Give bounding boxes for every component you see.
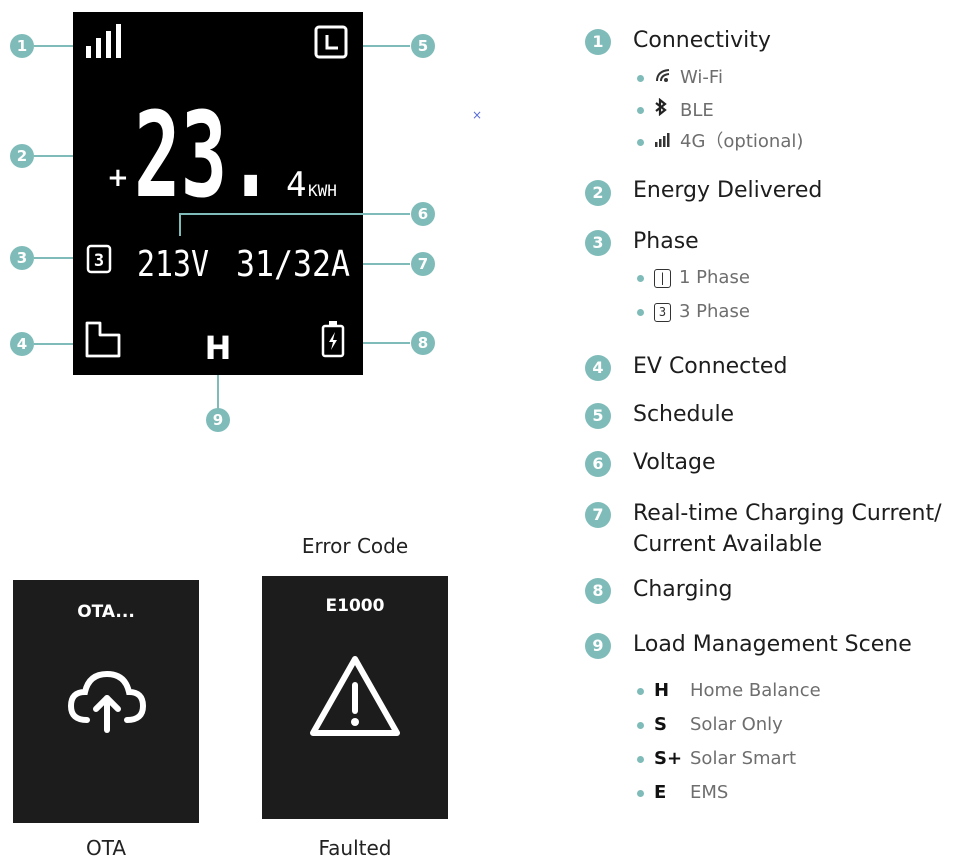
legend-sub-splus: S+ Solar Smart bbox=[637, 747, 796, 771]
phase-1-icon: | bbox=[654, 268, 671, 288]
scene-key-h: H bbox=[654, 680, 670, 701]
legend-sub-text: BLE bbox=[680, 99, 714, 121]
legend-num-1: 1 bbox=[585, 29, 611, 55]
bullet-dot bbox=[637, 107, 644, 114]
bullet-dot bbox=[637, 755, 644, 763]
callout-num-3: 3 bbox=[17, 249, 27, 267]
bullet-dot bbox=[637, 721, 644, 729]
ota-caption: OTA bbox=[85, 836, 127, 860]
scene-key-s: S bbox=[654, 714, 667, 735]
callout-num-5: 5 bbox=[418, 37, 428, 55]
lcd-diagram: 1 2 3 4 5 6 7 8 9 + 23. 4 KWH 3 213V 31/… bbox=[10, 12, 482, 432]
callout-num-4: 4 bbox=[17, 335, 27, 353]
legend-sub-wifi: Wi-Fi bbox=[637, 66, 723, 90]
callout-num-6: 6 bbox=[418, 205, 428, 223]
energy-value: 23. bbox=[134, 86, 274, 224]
stray-mark: × bbox=[472, 108, 482, 122]
energy-unit: KWH bbox=[308, 181, 337, 200]
legend-sub-text: EMS bbox=[690, 782, 729, 803]
error-code-header: Error Code bbox=[301, 534, 409, 558]
callout-num-1: 1 bbox=[17, 37, 27, 55]
scene-key-e: E bbox=[654, 782, 667, 803]
wifi-icon bbox=[654, 66, 680, 90]
legend-title-schedule: Schedule bbox=[633, 402, 735, 427]
legend-title-energy: Energy Delivered bbox=[633, 178, 823, 203]
legend-sub-h: H Home Balance bbox=[637, 679, 821, 703]
bullet-dot bbox=[637, 687, 644, 695]
bluetooth-icon bbox=[654, 97, 680, 123]
fault-caption: Faulted bbox=[318, 836, 392, 860]
legend-sub-3phase: 3 3 Phase bbox=[637, 300, 750, 324]
legend-sub-ble: BLE bbox=[637, 97, 714, 123]
legend-num-2: 2 bbox=[585, 180, 611, 206]
bullet-dot bbox=[637, 789, 644, 797]
legend-title-ev: EV Connected bbox=[633, 354, 788, 379]
current-readout: 31/32A bbox=[236, 244, 350, 285]
warning-icon bbox=[310, 656, 400, 736]
cloud-upload-icon bbox=[67, 670, 147, 733]
legend-sub-text: 3 Phase bbox=[679, 301, 750, 322]
bullet-dot bbox=[637, 138, 644, 146]
legend-sub-text: Home Balance bbox=[690, 680, 821, 701]
signal-icon bbox=[654, 130, 680, 154]
energy-sign: + bbox=[107, 163, 129, 193]
callout-num-8: 8 bbox=[418, 334, 428, 352]
legend-sub-text: 4G（optional) bbox=[680, 131, 804, 152]
legend-num-6: 6 bbox=[585, 451, 611, 477]
legend-num-8: 8 bbox=[585, 578, 611, 604]
bullet-dot bbox=[637, 308, 644, 316]
scene-key-splus: S+ bbox=[654, 748, 683, 769]
callout-num-7: 7 bbox=[418, 255, 428, 273]
legend-num-5: 5 bbox=[585, 403, 611, 429]
legend-num-7: 7 bbox=[585, 502, 611, 528]
legend-title-current-2: Current Available bbox=[633, 532, 823, 557]
callout-num-2: 2 bbox=[17, 147, 27, 165]
error-code-label: E1000 bbox=[325, 596, 385, 616]
phase-digit: 3 bbox=[94, 251, 104, 271]
legend-title-load: Load Management Scene bbox=[633, 632, 912, 657]
legend-num-9: 9 bbox=[585, 633, 611, 659]
legend-title-charging: Charging bbox=[633, 577, 733, 602]
legend-title-voltage: Voltage bbox=[633, 450, 716, 475]
legend-sub-e: E EMS bbox=[637, 781, 728, 805]
voltage-readout: 213V bbox=[137, 244, 209, 285]
phase-3-icon: 3 bbox=[654, 302, 671, 322]
scene-letter: H bbox=[205, 329, 232, 367]
fault-screen: E1000 bbox=[262, 576, 448, 819]
callout-num-9: 9 bbox=[213, 411, 223, 429]
ota-label: OTA... bbox=[77, 602, 135, 622]
energy-decimal: 4 bbox=[286, 165, 306, 205]
ota-screen: OTA... bbox=[13, 580, 199, 823]
legend-num-4: 4 bbox=[585, 355, 611, 381]
legend-sub-s: S Solar Only bbox=[637, 713, 783, 737]
legend-title-current: Real-time Charging Current/ bbox=[633, 501, 942, 526]
legend-num-3: 3 bbox=[585, 230, 611, 256]
legend-sub-text: 1 Phase bbox=[679, 267, 750, 288]
legend-sub-text: Solar Smart bbox=[690, 748, 797, 769]
legend-sub-text: Solar Only bbox=[690, 714, 783, 735]
legend-title-phase: Phase bbox=[633, 229, 699, 254]
legend-title-connectivity: Connectivity bbox=[633, 28, 771, 53]
legend-sub-4g: 4G（optional) bbox=[637, 130, 803, 154]
legend-sub-1phase: | 1 Phase bbox=[637, 266, 750, 290]
bullet-dot bbox=[637, 74, 644, 82]
bullet-dot bbox=[637, 274, 644, 282]
legend-sub-text: Wi-Fi bbox=[680, 67, 723, 88]
